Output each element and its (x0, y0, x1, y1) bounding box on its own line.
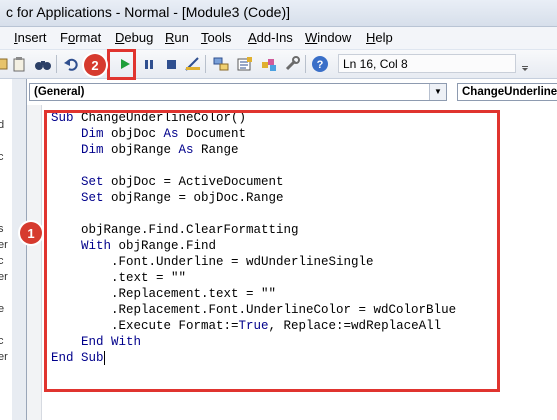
menu-item-label-part: A (248, 30, 257, 45)
break-icon[interactable] (140, 55, 158, 73)
undo-icon[interactable] (62, 55, 80, 73)
object-combo[interactable]: (General) ▼ (29, 83, 447, 101)
toolbar-separator (305, 55, 306, 73)
menu-item[interactable]: Window (305, 30, 351, 45)
menu-item-label-part: indow (317, 30, 352, 45)
menu-item-label-part: D (115, 30, 125, 45)
margin-indicator-bar[interactable] (27, 105, 42, 420)
menu-item-label-part: nsert (17, 30, 47, 45)
menu-item[interactable]: Debug (115, 30, 153, 45)
procedure-combo-value: ChangeUnderlineColor (462, 86, 557, 98)
menu-item[interactable]: Help (366, 30, 393, 45)
menu-bar: Insert Format Debug Run Tools Add-Ins Window He… (0, 27, 557, 49)
explorer-item-fragment: er (0, 271, 8, 283)
run-highlight-box (107, 49, 136, 80)
menu-item-label-part: dd-Ins (256, 30, 293, 45)
explorer-item-fragment: er (0, 239, 8, 251)
project-explorer-icon[interactable] (212, 55, 230, 73)
object-browser-icon[interactable] (260, 55, 278, 73)
properties-icon[interactable] (236, 55, 254, 73)
chevron-down-icon[interactable]: ▼ (429, 84, 446, 100)
window-title: c for Applications - Normal - [Module3 (… (6, 4, 290, 20)
menu-item[interactable]: Add-Ins (248, 30, 293, 45)
title-bar: c for Applications - Normal - [Module3 (… (0, 0, 557, 27)
reset-icon[interactable] (162, 55, 180, 73)
explorer-item-fragment: c (0, 255, 4, 267)
menu-item-label-part: ools (207, 30, 232, 45)
toolbox-icon[interactable] (284, 55, 302, 73)
explorer-item-fragment: s (0, 223, 4, 235)
explorer-item-fragment: er (0, 351, 8, 363)
procedure-combo[interactable]: ChangeUnderlineColor (457, 83, 557, 101)
clipboard-icon[interactable] (10, 55, 28, 73)
step-2-badge: 2 (84, 54, 106, 76)
code-highlight-box (44, 110, 500, 392)
design-mode-icon[interactable] (184, 55, 202, 73)
menu-item[interactable]: Insert (14, 30, 47, 45)
menu-item[interactable]: Run (165, 30, 189, 45)
menu-item-label-part: ebug (124, 30, 154, 45)
cursor-position-status: Ln 16, Col 8 (338, 54, 516, 73)
step-1-badge: 1 (20, 222, 42, 244)
help-icon[interactable]: ? (311, 55, 329, 73)
menu-item-label-part: F (60, 30, 68, 45)
menu-item-label-part: W (305, 30, 318, 45)
menu-item-label-part: elp (375, 30, 393, 45)
toolbar-separator (56, 55, 57, 73)
toolbar-options-icon[interactable] (521, 58, 529, 72)
menu-item-label-part: H (366, 30, 376, 45)
binoculars-icon[interactable] (34, 55, 52, 73)
toolbar-separator (205, 55, 206, 73)
menu-item-label-part: R (165, 30, 175, 45)
menu-item[interactable]: Format (60, 30, 101, 45)
explorer-item-fragment: d (0, 119, 4, 131)
svg-text:?: ? (317, 59, 324, 71)
explorer-item-fragment: e (0, 303, 4, 315)
object-combo-value: (General) (34, 86, 85, 98)
menu-item-label-part: un (174, 30, 189, 45)
explorer-item-fragment: c (0, 335, 4, 347)
explorer-item-fragment: c (0, 151, 4, 163)
menu-item[interactable]: Tools (201, 30, 231, 45)
menu-item-label-part: rmat (75, 30, 102, 45)
